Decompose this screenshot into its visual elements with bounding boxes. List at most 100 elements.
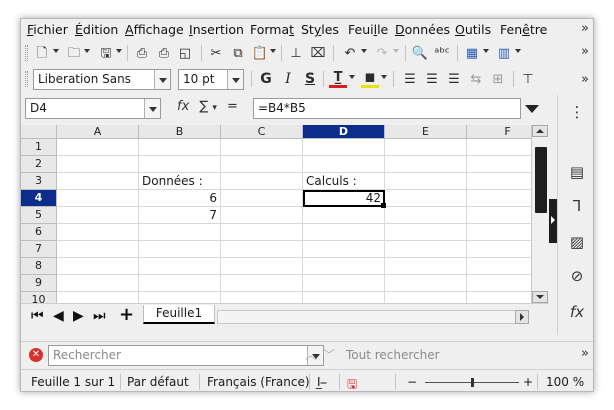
cell-d5[interactable]: [303, 207, 385, 224]
cell-e1[interactable]: [385, 139, 467, 156]
equals-icon[interactable]: =: [227, 99, 238, 114]
zoom-level[interactable]: 100 %: [546, 375, 584, 389]
function-wizard-icon[interactable]: fx: [177, 99, 189, 114]
previous-sheet-icon[interactable]: ◀: [53, 308, 64, 324]
cell-b4[interactable]: 6: [139, 190, 221, 207]
add-sheet-icon[interactable]: +: [119, 304, 134, 325]
bold-button[interactable]: G: [257, 70, 275, 88]
cut-icon[interactable]: ✂: [207, 44, 225, 62]
zoom-in-button[interactable]: +: [523, 375, 533, 389]
menu-format[interactable]: Format: [250, 22, 294, 37]
row-icon[interactable]: ▦: [463, 44, 481, 62]
toolbar-grip[interactable]: [25, 71, 28, 87]
language-indicator[interactable]: Français (France): [207, 375, 310, 389]
font-name-combo[interactable]: Liberation Sans: [33, 69, 171, 90]
cell-b3[interactable]: Données :: [139, 173, 221, 190]
styles-icon[interactable]: Ꞁ: [568, 197, 586, 215]
print-preview-icon[interactable]: ◱: [176, 44, 194, 62]
selection-mode-icon[interactable]: I̲⎯: [317, 375, 327, 390]
spreadsheet-grid[interactable]: A B C D E F 1 2 3 Données : Calculs :4 6 42 5 7 6 7 8 9 10: [21, 125, 549, 303]
cell-d7[interactable]: [303, 241, 385, 258]
cell-a10[interactable]: [57, 292, 139, 303]
cell-a7[interactable]: [57, 241, 139, 258]
cell-a2[interactable]: [57, 156, 139, 173]
undo-icon[interactable]: ↶: [341, 44, 359, 62]
cell-a3[interactable]: [57, 173, 139, 190]
highlight-color-icon[interactable]: ◼: [361, 70, 379, 88]
chevron-down-icon[interactable]: [154, 70, 170, 89]
align-center-icon[interactable]: ☰: [423, 70, 441, 88]
menu-fichier[interactable]: Fichier: [27, 22, 68, 37]
cell-d6[interactable]: [303, 224, 385, 241]
cell-d1[interactable]: [303, 139, 385, 156]
cell-b10[interactable]: [139, 292, 221, 303]
menu-outils[interactable]: Outils: [455, 22, 491, 37]
menu-feuille[interactable]: Feuille: [348, 22, 388, 37]
vertical-scrollbar[interactable]: [531, 125, 549, 303]
cell-d4[interactable]: 42: [303, 190, 386, 208]
menu-insertion[interactable]: Insertion: [189, 22, 244, 37]
column-header-d[interactable]: D: [303, 125, 385, 139]
merge-cells-icon[interactable]: ⊞: [489, 70, 507, 88]
cell-a4[interactable]: [57, 190, 139, 207]
find-previous-icon[interactable]: ︿: [305, 346, 317, 363]
toolbar-grip[interactable]: [25, 45, 28, 61]
row-header-9[interactable]: 9: [21, 275, 57, 292]
cell-c2[interactable]: [221, 156, 303, 173]
align-right-icon[interactable]: ☰: [445, 70, 463, 88]
row-header-7[interactable]: 7: [21, 241, 57, 258]
cell-d10[interactable]: [303, 292, 385, 303]
scroll-thumb[interactable]: [535, 147, 547, 213]
paste-dropdown-icon[interactable]: [270, 49, 276, 53]
properties-icon[interactable]: ▤: [568, 163, 586, 181]
new-dropdown-icon[interactable]: [53, 49, 59, 53]
chevron-down-icon[interactable]: [144, 99, 160, 118]
cell-d3[interactable]: Calculs :: [303, 173, 385, 190]
cell-e9[interactable]: [385, 275, 467, 292]
find-overflow-icon[interactable]: »: [581, 346, 589, 361]
row-header-1[interactable]: 1: [21, 139, 57, 156]
menu-overflow-icon[interactable]: »: [581, 21, 589, 36]
sum-dropdown-icon[interactable]: ▾: [212, 103, 217, 113]
row-header-3[interactable]: 3: [21, 173, 57, 190]
highlight-dropdown-icon[interactable]: [381, 75, 387, 79]
scroll-up-icon[interactable]: [532, 125, 548, 137]
horizontal-scrollbar[interactable]: [217, 310, 529, 324]
row-header-4[interactable]: 4: [21, 190, 57, 207]
cell-c9[interactable]: [221, 275, 303, 292]
toolbar-overflow-icon[interactable]: »: [581, 72, 589, 87]
row-dropdown-icon[interactable]: [483, 49, 489, 53]
row-header-2[interactable]: 2: [21, 156, 57, 173]
clear-formatting-icon[interactable]: ⌧: [309, 44, 327, 62]
align-top-icon[interactable]: ⊤: [519, 70, 537, 88]
select-all-corner[interactable]: [21, 125, 57, 139]
zoom-out-button[interactable]: −: [407, 375, 417, 389]
italic-button[interactable]: I: [279, 70, 297, 88]
cell-c8[interactable]: [221, 258, 303, 275]
scroll-right-icon[interactable]: [515, 310, 529, 324]
cell-e10[interactable]: [385, 292, 467, 303]
row-header-6[interactable]: 6: [21, 224, 57, 241]
last-sheet-icon[interactable]: ⏭: [93, 308, 106, 324]
cell-d9[interactable]: [303, 275, 385, 292]
cell-e6[interactable]: [385, 224, 467, 241]
redo-dropdown-icon[interactable]: [393, 49, 399, 53]
font-size-combo[interactable]: 10 pt: [178, 69, 244, 90]
cell-e3[interactable]: [385, 173, 467, 190]
cell-b5[interactable]: 7: [139, 207, 221, 224]
expand-formula-icon[interactable]: [525, 105, 539, 113]
export-pdf-icon[interactable]: ⎙: [133, 44, 151, 62]
column-icon[interactable]: ▥: [495, 44, 513, 62]
open-dropdown-icon[interactable]: [84, 49, 90, 53]
cell-e8[interactable]: [385, 258, 467, 275]
page-style[interactable]: Par défaut: [127, 375, 189, 389]
find-input[interactable]: Rechercher: [48, 345, 324, 366]
font-color-icon[interactable]: T̲: [329, 70, 347, 88]
spelling-icon[interactable]: ᵃᵇᶜ: [433, 44, 451, 62]
redo-icon[interactable]: ↷: [373, 44, 391, 62]
cell-a6[interactable]: [57, 224, 139, 241]
cell-c7[interactable]: [221, 241, 303, 258]
copy-icon[interactable]: ⧉: [229, 44, 247, 62]
cell-b1[interactable]: [139, 139, 221, 156]
cell-c6[interactable]: [221, 224, 303, 241]
